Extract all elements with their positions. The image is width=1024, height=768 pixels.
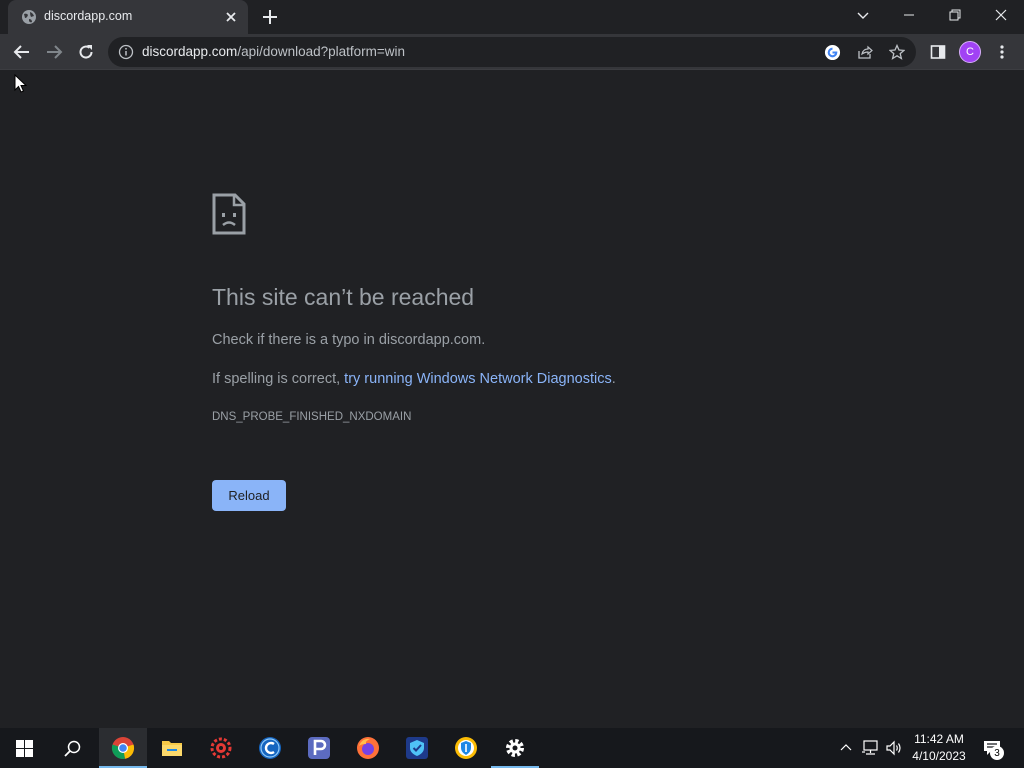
minimize-button[interactable]: [886, 0, 932, 30]
new-tab-icon[interactable]: [259, 6, 281, 28]
tab-search-button[interactable]: [840, 0, 886, 30]
chrome-icon: [111, 737, 135, 759]
back-button[interactable]: [11, 41, 33, 63]
start-button[interactable]: [0, 728, 48, 768]
address-bar[interactable]: discordapp.com/api/download?platform=win: [108, 37, 916, 67]
taskbar-file-explorer[interactable]: [148, 728, 196, 768]
reload-toolbar-button[interactable]: [75, 41, 97, 63]
side-panel-icon: [930, 45, 946, 59]
minimize-icon: [904, 14, 914, 16]
google-lens-icon[interactable]: [824, 44, 841, 61]
taskbar-firefox[interactable]: [344, 728, 392, 768]
chevron-down-icon: [857, 12, 869, 19]
ccleaner-icon: [259, 737, 281, 759]
folder-icon: [162, 741, 182, 756]
p-app-icon: [308, 737, 330, 759]
profile-avatar[interactable]: C: [959, 41, 981, 63]
volume-tray[interactable]: [884, 738, 904, 758]
spelling-suffix: .: [611, 371, 616, 387]
red-gear-icon: [210, 737, 232, 759]
spelling-message: If spelling is correct, try running Wind…: [212, 371, 616, 387]
windows-taskbar: 11:42 AM 4/10/2023: [0, 728, 1024, 768]
clock[interactable]: 11:42 AM 4/10/2023: [908, 731, 970, 765]
speaker-icon: [886, 740, 901, 756]
clock-date: 4/10/2023: [912, 749, 966, 763]
windows-logo-icon: [15, 739, 33, 757]
notification-count-badge: 3: [990, 746, 1004, 760]
refresh-icon: [79, 45, 93, 59]
error-heading: This site can’t be reached: [212, 284, 475, 310]
network-tray[interactable]: [860, 738, 880, 758]
sad-document-icon: [212, 193, 246, 235]
taskbar-red-gear-app[interactable]: [197, 728, 245, 768]
spelling-prefix: If spelling is correct,: [212, 371, 345, 387]
info-icon[interactable]: [118, 44, 134, 60]
arrow-right-icon: [47, 45, 63, 59]
url-text[interactable]: discordapp.com/api/download?platform=win: [142, 44, 405, 59]
typo-host: discordapp.com: [378, 332, 482, 348]
search-icon: [63, 740, 80, 757]
error-code: DNS_PROBE_FINISHED_NXDOMAIN: [212, 411, 412, 423]
shield-icon: [406, 737, 428, 759]
browser-toolbar: discordapp.com/api/download?platform=win…: [0, 34, 1024, 70]
side-panel-button[interactable]: [927, 41, 949, 63]
taskbar-p-app[interactable]: [295, 728, 343, 768]
settings-gear-icon: [506, 739, 524, 757]
taskbar-ccleaner[interactable]: [246, 728, 294, 768]
close-window-button[interactable]: [978, 0, 1024, 30]
kebab-menu-icon: [1000, 45, 1004, 59]
taskbar-security-app[interactable]: [393, 728, 441, 768]
typo-suffix: .: [481, 332, 486, 348]
typo-prefix: Check if there is a typo in: [212, 332, 379, 348]
bookmark-star-icon[interactable]: [889, 44, 905, 60]
menu-button[interactable]: [991, 41, 1013, 63]
chevron-up-icon: [840, 744, 852, 751]
tab-title: discordapp.com: [44, 9, 133, 23]
restore-button[interactable]: [932, 0, 978, 30]
clock-time: 11:42 AM: [914, 732, 964, 746]
url-path: /api/download?platform=win: [237, 44, 406, 59]
taskbar-brave[interactable]: [442, 728, 490, 768]
close-tab-icon[interactable]: [222, 8, 240, 26]
show-hidden-icons-button[interactable]: [836, 738, 856, 758]
error-page: This site can’t be reached Check if ther…: [0, 70, 1024, 728]
globe-icon: [22, 10, 36, 24]
typo-message: Check if there is a typo in discordapp.c…: [212, 332, 485, 348]
network-diagnostics-link[interactable]: try running Windows Network Diagnostics: [344, 371, 612, 387]
share-icon[interactable]: [857, 44, 873, 60]
reload-button[interactable]: Reload: [212, 480, 286, 511]
taskbar-settings[interactable]: [491, 728, 539, 768]
restore-icon: [949, 9, 961, 21]
taskbar-chrome[interactable]: [99, 728, 147, 768]
url-host: discordapp.com: [142, 44, 238, 59]
arrow-left-icon: [13, 45, 29, 59]
tab-discordapp[interactable]: discordapp.com: [8, 0, 248, 34]
forward-button[interactable]: [43, 41, 65, 63]
taskbar-search[interactable]: [48, 728, 96, 768]
tab-strip: discordapp.com: [0, 0, 1024, 34]
close-icon: [995, 9, 1007, 21]
mouse-pointer-icon: [14, 74, 28, 93]
brave-icon: [455, 737, 477, 759]
firefox-icon: [357, 737, 379, 759]
network-icon: [862, 740, 878, 755]
